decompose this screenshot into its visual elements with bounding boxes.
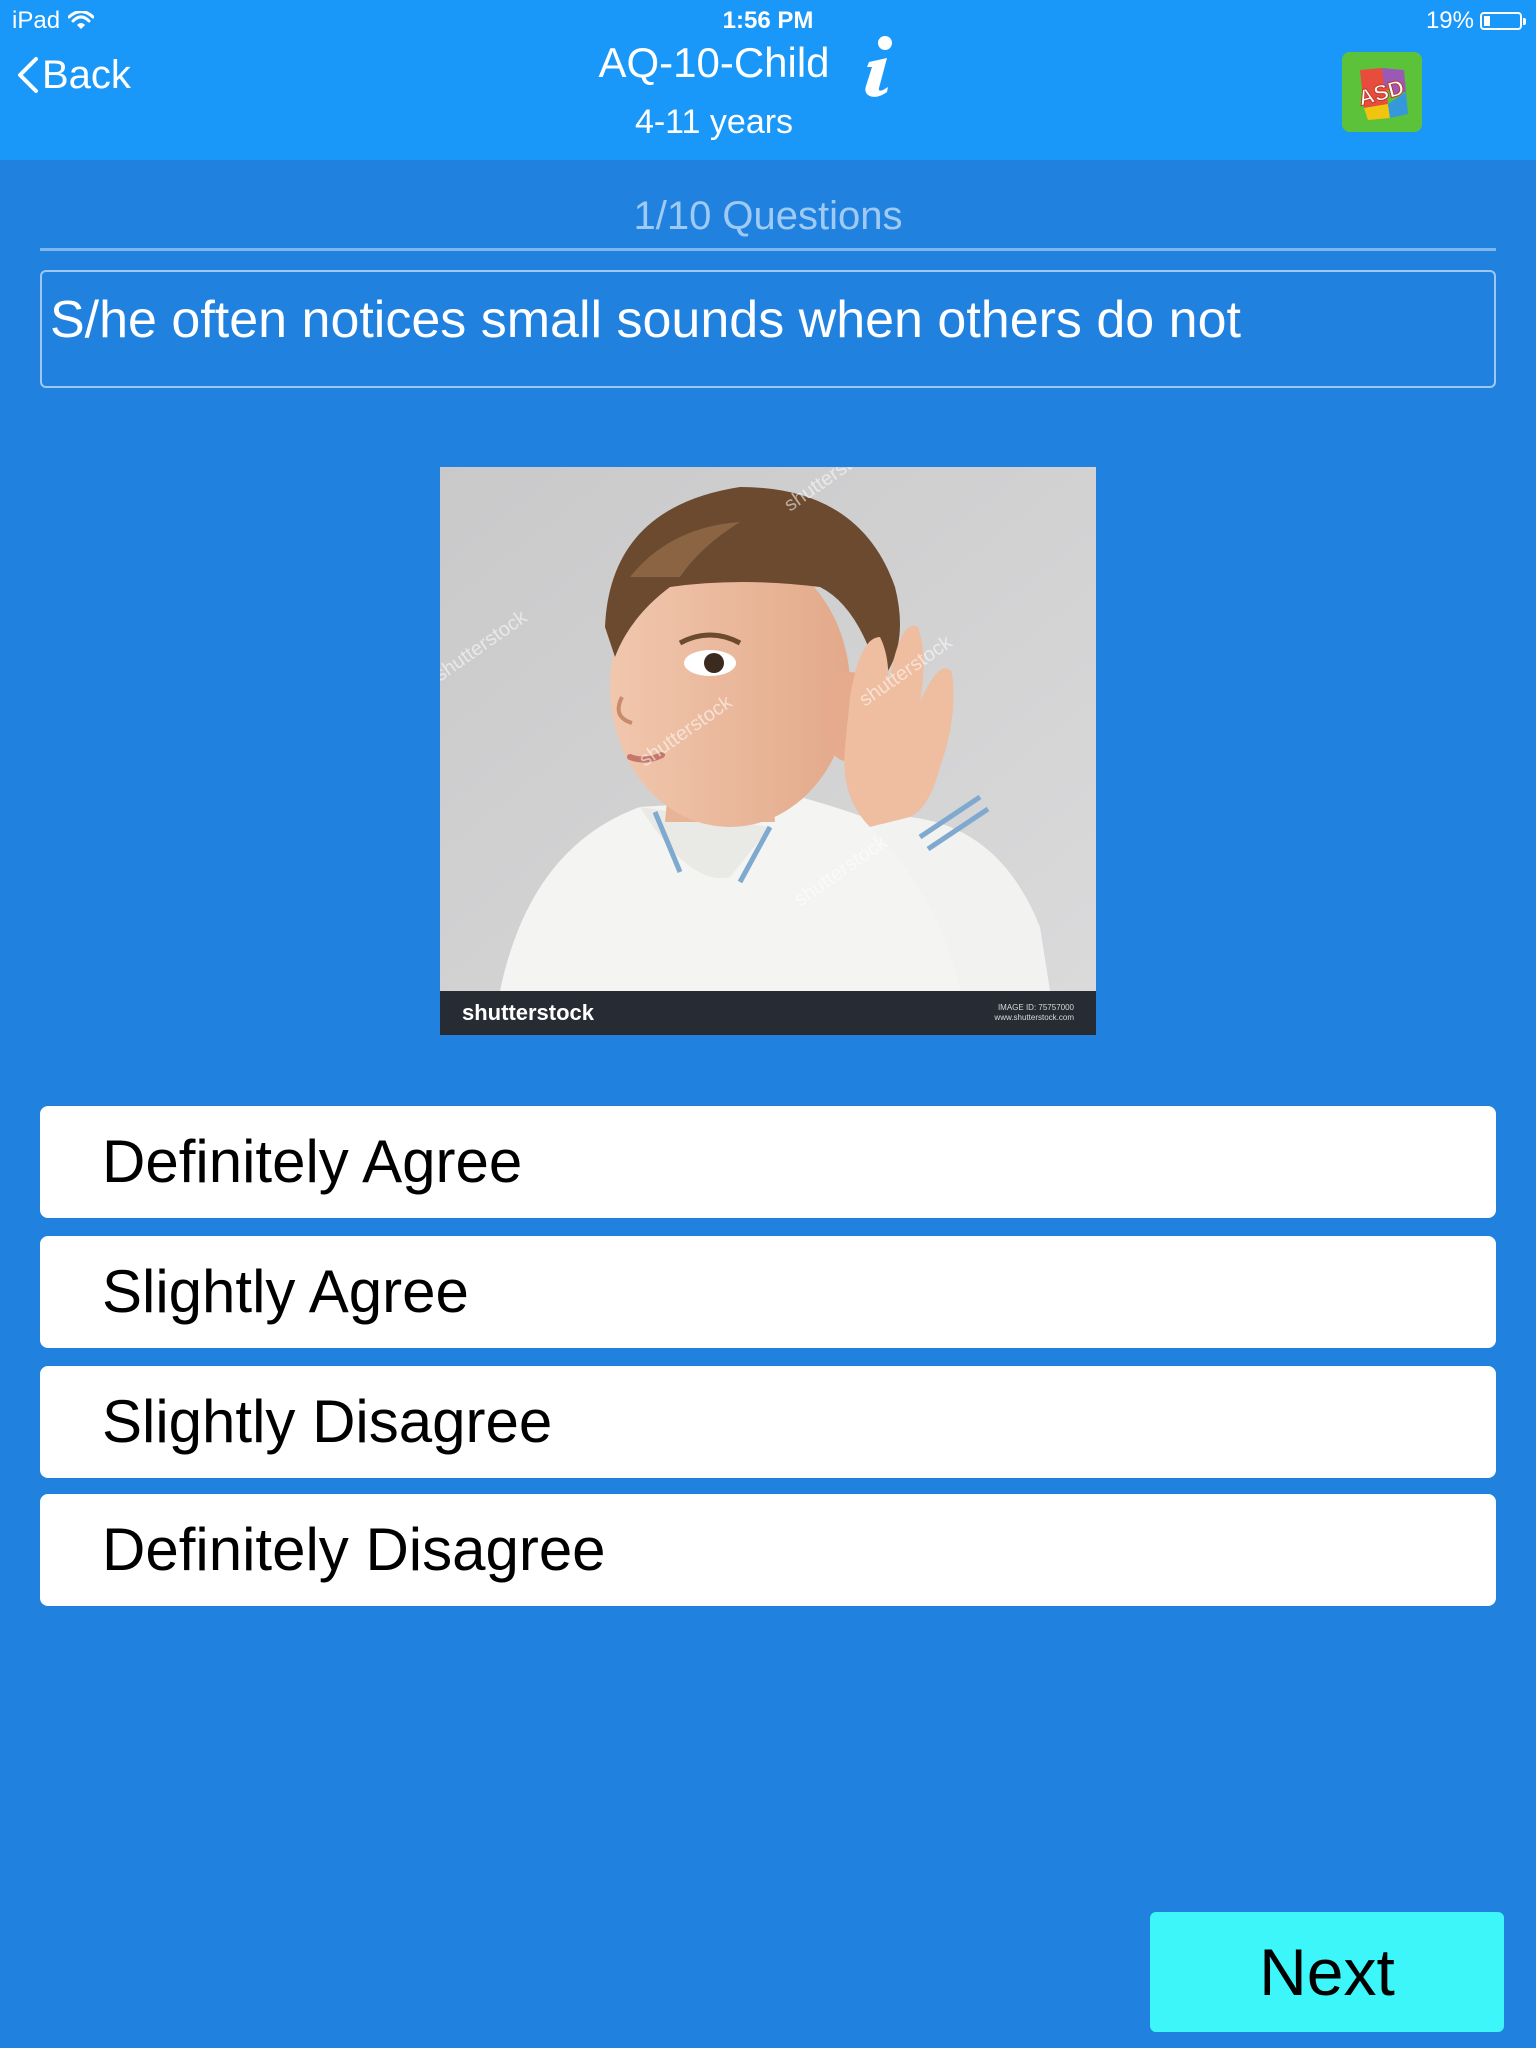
asd-puzzle-logo: ASD: [1342, 52, 1422, 132]
question-box: S/he often notices small sounds when oth…: [40, 270, 1496, 388]
status-right: 19%: [1425, 6, 1526, 36]
question-text: S/he often notices small sounds when oth…: [50, 291, 1241, 349]
answer-option[interactable]: Definitely Disagree: [40, 1494, 1496, 1606]
answer-label: Definitely Disagree: [102, 1516, 606, 1583]
photo-site: www.shutterstock.com: [994, 1013, 1074, 1022]
answer-option[interactable]: Slightly Agree: [40, 1236, 1496, 1348]
navigation-header: iPad 1:56 PM 19% Back AQ-10-Child 4-11 y…: [0, 0, 1536, 160]
answer-option[interactable]: Definitely Agree: [40, 1106, 1496, 1218]
photo-image-id: IMAGE ID: 75757000: [997, 1003, 1074, 1012]
progress-divider: [40, 248, 1496, 251]
photo-caption-bar: shutterstock IMAGE ID: 75757000 www.shut…: [440, 991, 1096, 1035]
next-label: Next: [1259, 1935, 1395, 2009]
progress-label: 1/10 Questions: [633, 194, 903, 238]
answer-label: Slightly Agree: [102, 1258, 469, 1325]
battery-icon: [1480, 12, 1526, 30]
photo-id: IMAGE ID: 75757000 www.shutterstock.com: [994, 1003, 1074, 1023]
answer-option[interactable]: Slightly Disagree: [40, 1366, 1496, 1478]
page-subtitle: 4-11 years: [634, 103, 794, 141]
page-title: AQ-10-Child: [598, 39, 830, 86]
info-icon[interactable]: [856, 34, 904, 98]
photo-brand: shutterstock: [462, 1000, 595, 1025]
battery-level: [1484, 16, 1490, 26]
child-listening-photo: shutterstock shutterstock shutterstock s…: [440, 467, 1096, 991]
answer-label: Definitely Agree: [102, 1128, 523, 1195]
question-image: shutterstock shutterstock shutterstock s…: [440, 467, 1096, 1035]
answer-label: Slightly Disagree: [102, 1388, 553, 1455]
battery-percent: 19%: [1425, 7, 1474, 34]
app-logo: ASD: [1342, 52, 1422, 132]
next-button[interactable]: Next: [1150, 1912, 1504, 2032]
status-time: 1:56 PM: [722, 7, 814, 34]
